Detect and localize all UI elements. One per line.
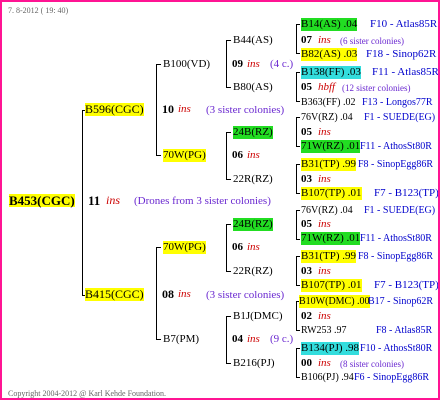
sire-a-a-l1r: F10 - Atlas85R [370,18,438,30]
dam-b-a-gen: 02 [301,310,312,322]
sire-a-b-l2: B363(FF) .02 [301,97,356,108]
sire-a-a-l2: B82(AS) .03 [301,48,358,61]
dam-b-gen: 04 [232,333,243,345]
dam-a-a-gen: 05 [301,218,312,230]
dam-a-a-l2r: F11 - AthosSt80R [360,233,432,244]
sire-a-b-l1r: F11 - Atlas85R [372,66,439,78]
sire-b-a-id: 24B(RZ) [233,126,273,139]
dam-b-note: (9 c.) [270,333,294,345]
copyright: Copyright 2004-2012 @ Karl Kehde Foundat… [8,389,167,398]
sire-a-gen: 09 [232,58,243,70]
dam-a-a-l1r: F1 - SUEDE(EG) [364,205,436,216]
dam-a-a-l1: 76V(RZ) .04 [301,205,353,216]
dam-b-b-l1: B134(PJ) .98 [301,342,360,355]
sire-b-a-ins: ins [318,126,331,138]
dam-ins: ins [178,288,191,300]
sire-b-id: 70W(PG) [163,149,206,162]
dam-a-ins: ins [247,241,260,253]
sire-id: B596(CGC) [85,102,144,116]
sire-a-a-l2r: F18 - Sinop62R [366,48,437,60]
sire-a-a-id: B44(AS) [233,34,273,46]
sire-a-a-ins: ins [318,34,331,46]
dam-a-a-id: 24B(RZ) [233,218,273,231]
sire-note: (3 sister colonies) [206,104,285,116]
dam-b-ins: ins [247,333,260,345]
sire-b-a-l1: 76V(RZ) .04 [301,112,353,123]
dam-a-a-l2: 71W(RZ) .01 [301,232,361,245]
dam-b-b-ins: ins [318,357,331,369]
dam-note: (3 sister colonies) [206,289,285,301]
dam-a-b-l1r: F8 - SinopEgg86R [358,251,434,262]
sire-a-note: (4 c.) [270,58,294,70]
dam-a-id: 70W(PG) [163,241,206,254]
dam-a-b-ins: ins [318,265,331,277]
dam-a-gen: 06 [232,241,243,253]
dam-a-b-gen: 03 [301,265,312,277]
sire-b-b-gen: 03 [301,173,312,185]
sire-b-b-id: 22R(RZ) [233,173,273,185]
sire-b-ins: ins [247,149,260,161]
root-branch-line [82,110,83,296]
dam-b-b-id: B216(PJ) [233,357,275,369]
dam-b-b-note: (8 sister colonies) [340,359,404,369]
root-note: (Drones from 3 sister colonies) [134,195,271,207]
dam-b-a-l1r: B17 - Sinop62R [368,296,434,307]
pedigree-frame: { "header": {"date": "7. 8-2012 ( 19: 40… [0,0,440,400]
dam-a-b-l2: B107(TP) .01 [301,279,362,292]
dam-b-a-l1: B10W(DMC) .00 [299,295,370,308]
sire-a-b-ins: hbff [318,81,336,93]
sire-a-a-l1: B14(AS) .04 [301,18,358,31]
dam-b-b-l2r: F6 - SinopEgg86R [354,372,430,383]
dam-b-a-l2r: F8 - Atlas85R [376,325,433,336]
sire-b-b-l1: B31(TP) .99 [301,158,356,171]
dam-b-a-l2: RW253 .97 [301,325,347,336]
dam-b-a-ins: ins [318,310,331,322]
sire-a-id: B100(VD) [163,58,211,70]
dam-a-a-ins: ins [318,218,331,230]
sire-b-b-l2: B107(TP) .01 [301,187,362,200]
date-stamp: 7. 8-2012 ( 19: 40) [8,6,69,15]
sire-a-b-gen: 05 [301,81,312,93]
sire-b-a-l2: 71W(RZ) .01 [301,140,361,153]
dam-id: B415(CGC) [85,287,144,301]
sire-b-gen: 06 [232,149,243,161]
sire-a-b-id: B80(AS) [233,81,273,93]
sire-a-b-note: (12 sister colonies) [342,83,411,93]
sire-a-b-l2r: F13 - Longos77R [362,97,433,108]
sire-a-a-gen: 07 [301,34,312,46]
dam-b-b-l1r: F10 - AthosSt80R [360,343,433,354]
sire-a-b-l1: B138(FF) .03 [301,66,361,79]
dam-a-b-l1: B31(TP) .99 [301,250,356,263]
sire-a-a-note: (6 sister colonies) [340,36,404,46]
dam-a-b-id: 22R(RZ) [233,265,273,277]
dam-b-a-id: B1J(DMC) [233,310,283,322]
sire-b-b-l1r: F8 - SinopEgg86R [358,159,434,170]
dam-b-b-gen: 00 [301,357,312,369]
dam-b-id: B7(PM) [163,333,200,345]
sire-b-b-ins: ins [318,173,331,185]
sire-gen: 10 [162,102,174,116]
dam-gen: 08 [162,287,174,301]
dam-b-b-l2: B106(PJ) .94 [301,372,354,383]
sire-ins: ins [178,103,191,115]
sire-a-ins: ins [247,58,260,70]
sire-b-b-l2r: F7 - B123(TP) [374,187,439,199]
root-gen: 11 [88,193,101,208]
root-ins: ins [106,193,121,207]
sire-b-a-l1r: F1 - SUEDE(EG) [364,112,436,123]
dam-a-b-l2r: F7 - B123(TP) [374,279,439,291]
sire-b-a-gen: 05 [301,126,312,138]
root-id: B453(CGC) [9,193,75,208]
sire-b-a-l2r: F11 - AthosSt80R [360,141,432,152]
